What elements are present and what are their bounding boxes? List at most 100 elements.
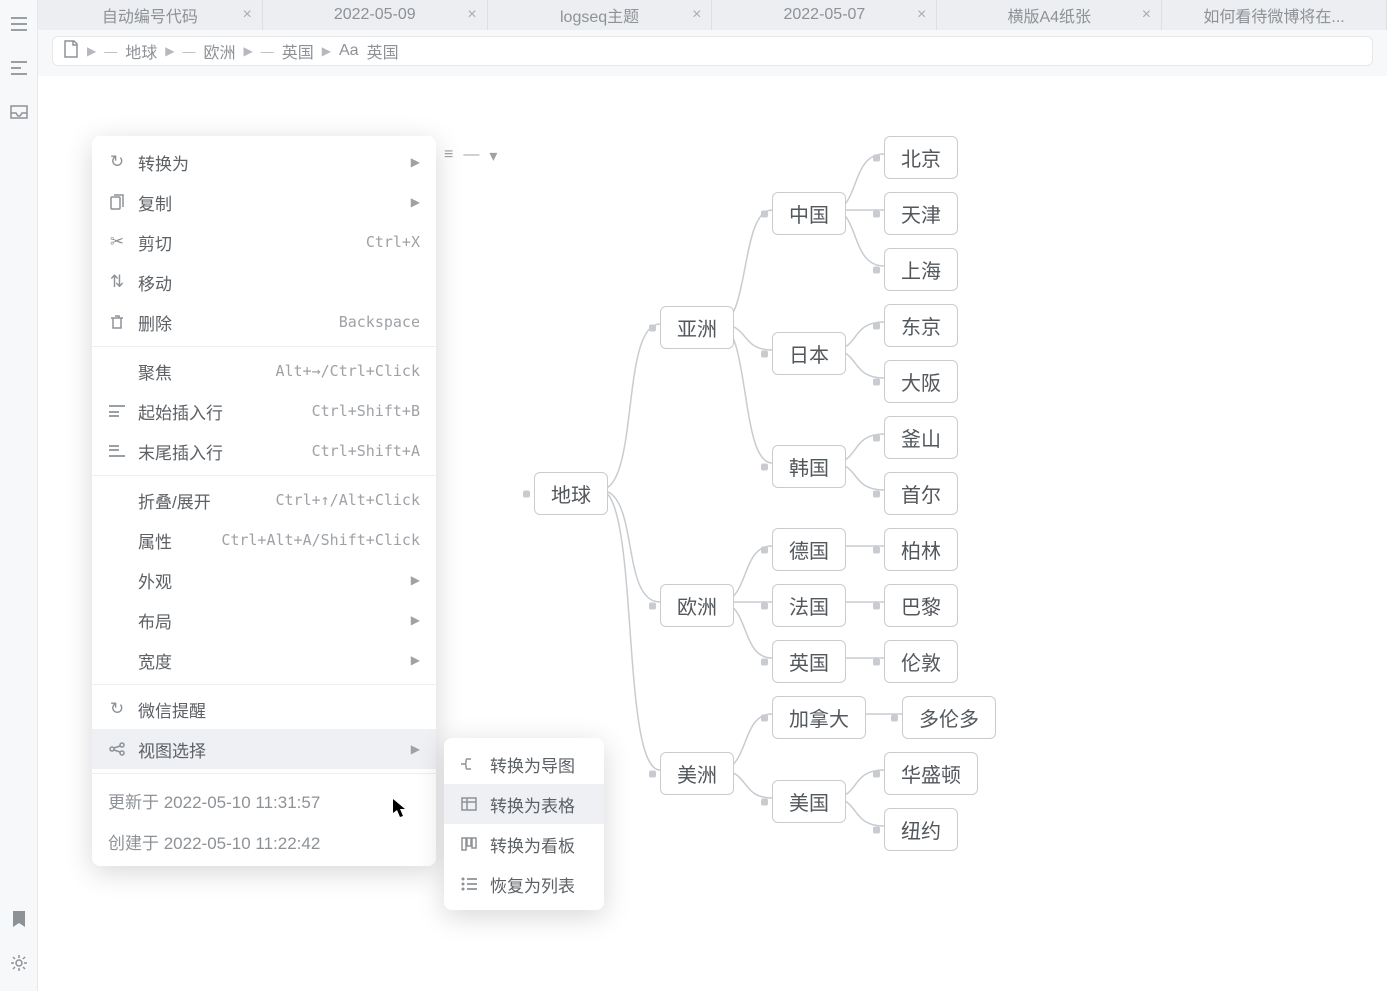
chevron-right-icon: ▶ xyxy=(87,44,96,58)
node-paris[interactable]: 巴黎 xyxy=(884,584,958,627)
breadcrumb-seg[interactable]: 英国 xyxy=(367,39,399,63)
menu-icon[interactable] xyxy=(9,14,29,34)
node-europe[interactable]: 欧洲 xyxy=(660,584,734,627)
page-icon xyxy=(63,40,79,63)
close-icon[interactable]: × xyxy=(917,6,926,24)
insert-before-icon xyxy=(108,404,126,418)
node-london[interactable]: 伦敦 xyxy=(884,640,958,683)
breadcrumb-seg[interactable]: 英国 xyxy=(282,39,314,63)
submenu-to-table[interactable]: 转换为表格 xyxy=(444,784,604,824)
node-japan[interactable]: 日本 xyxy=(772,332,846,375)
table-icon xyxy=(460,797,478,811)
mindmap-icon xyxy=(460,757,478,771)
menu-layout[interactable]: 布局▶ xyxy=(92,600,436,640)
node-toronto[interactable]: 多伦多 xyxy=(902,696,996,739)
chevron-right-icon: ▶ xyxy=(411,613,420,627)
node-china[interactable]: 中国 xyxy=(772,192,846,235)
menu-view-select[interactable]: 视图选择▶ xyxy=(92,729,436,769)
submenu-to-list[interactable]: 恢复为列表 xyxy=(444,864,604,904)
node-osaka[interactable]: 大阪 xyxy=(884,360,958,403)
node-seoul[interactable]: 首尔 xyxy=(884,472,958,515)
menu-focus[interactable]: 聚焦Alt+→/Ctrl+Click xyxy=(92,351,436,391)
mindmap[interactable]: 地球 亚洲 欧洲 美洲 中国 日本 韩国 德国 法国 英国 加拿大 美国 北京 … xyxy=(500,124,1280,924)
node-newyork[interactable]: 纽约 xyxy=(884,808,958,851)
breadcrumb: ▶ — 地球 ▶ — 欧洲 ▶ — 英国 ▶ Aa 英国 xyxy=(52,36,1373,66)
close-icon[interactable]: × xyxy=(242,6,251,24)
breadcrumb-seg[interactable]: 欧洲 xyxy=(203,39,235,63)
tab-5[interactable]: 如何看待微博将在... xyxy=(1162,0,1387,30)
tab-3[interactable]: 2022-05-07 × xyxy=(712,0,937,30)
node-root[interactable]: 地球 xyxy=(534,472,608,515)
menu-move[interactable]: ⇅移动 xyxy=(92,262,436,302)
node-shanghai[interactable]: 上海 xyxy=(884,248,958,291)
move-icon: ⇅ xyxy=(108,272,126,292)
close-icon[interactable]: × xyxy=(692,6,701,24)
node-asia[interactable]: 亚洲 xyxy=(660,306,734,349)
menu-wechat[interactable]: ↻微信提醒 xyxy=(92,689,436,729)
list-view-icon[interactable]: ≡ xyxy=(444,146,453,166)
node-canada[interactable]: 加拿大 xyxy=(772,696,866,739)
bullet-icon[interactable]: — xyxy=(463,146,479,166)
node-tokyo[interactable]: 东京 xyxy=(884,304,958,347)
menu-insert-before[interactable]: 起始插入行Ctrl+Shift+B xyxy=(92,391,436,431)
node-france[interactable]: 法国 xyxy=(772,584,846,627)
node-beijing[interactable]: 北京 xyxy=(884,136,958,179)
menu-copy[interactable]: 复制▶ xyxy=(92,182,436,222)
node-washington[interactable]: 华盛顿 xyxy=(884,752,978,795)
refresh-icon: ↻ xyxy=(108,152,126,172)
shortcut: Alt+→/Ctrl+Click xyxy=(276,362,421,380)
chevron-right-icon: ▶ xyxy=(411,742,420,756)
submenu-to-kanban[interactable]: 转换为看板 xyxy=(444,824,604,864)
node-busan[interactable]: 釜山 xyxy=(884,416,958,459)
tab-label: 横版A4纸张 xyxy=(1007,3,1091,27)
node-tianjin[interactable]: 天津 xyxy=(884,192,958,235)
mindmap-links xyxy=(500,124,1280,924)
bullet-icon: — xyxy=(182,44,195,59)
list-icon[interactable] xyxy=(9,58,29,78)
close-icon[interactable]: × xyxy=(1142,6,1151,24)
menu-cut[interactable]: ✂剪切Ctrl+X xyxy=(92,222,436,262)
node-america[interactable]: 美洲 xyxy=(660,752,734,795)
menu-convert[interactable]: ↻转换为▶ xyxy=(92,142,436,182)
tab-4[interactable]: 横版A4纸张 × xyxy=(937,0,1162,30)
node-berlin[interactable]: 柏林 xyxy=(884,528,958,571)
menu-fold[interactable]: 折叠/展开Ctrl+↑/Alt+Click xyxy=(92,480,436,520)
list-icon xyxy=(460,877,478,891)
menu-width[interactable]: 宽度▶ xyxy=(92,640,436,680)
menu-insert-after[interactable]: 末尾插入行Ctrl+Shift+A xyxy=(92,431,436,471)
tab-label: 如何看待微博将在... xyxy=(1203,3,1344,27)
chevron-right-icon: ▶ xyxy=(244,44,253,58)
shortcut: Backspace xyxy=(339,313,420,331)
menu-delete[interactable]: 删除Backspace xyxy=(92,302,436,342)
node-korea[interactable]: 韩国 xyxy=(772,445,846,488)
dropdown-icon[interactable]: ▾ xyxy=(489,146,497,166)
inbox-icon[interactable] xyxy=(9,102,29,122)
submenu-to-mindmap[interactable]: 转换为导图 xyxy=(444,744,604,784)
bullet-icon: — xyxy=(104,44,117,59)
shortcut: Ctrl+Alt+A/Shift+Click xyxy=(221,531,420,549)
tab-label: 2022-05-07 xyxy=(783,6,865,24)
tab-0[interactable]: 自动编号代码 × xyxy=(38,0,263,30)
tab-2[interactable]: logseq主题× xyxy=(488,0,713,30)
shortcut: Ctrl+Shift+B xyxy=(312,402,420,420)
node-germany[interactable]: 德国 xyxy=(772,528,846,571)
bullet-icon: — xyxy=(261,44,274,59)
trash-icon xyxy=(108,314,126,330)
menu-attrs[interactable]: 属性Ctrl+Alt+A/Shift+Click xyxy=(92,520,436,560)
settings-icon[interactable] xyxy=(9,953,29,973)
breadcrumb-seg[interactable]: 地球 xyxy=(125,39,157,63)
tab-1[interactable]: 2022-05-09× xyxy=(263,0,488,30)
mindmap-toolbar: ≡ — ▾ xyxy=(444,146,497,166)
close-icon[interactable]: × xyxy=(467,6,476,24)
node-uk[interactable]: 英国 xyxy=(772,640,846,683)
menu-appearance[interactable]: 外观▶ xyxy=(92,560,436,600)
cut-icon: ✂ xyxy=(108,232,126,252)
tab-label: 自动编号代码 xyxy=(102,3,198,27)
copy-icon xyxy=(108,194,126,210)
shortcut: Ctrl+↑/Alt+Click xyxy=(276,491,421,509)
node-usa[interactable]: 美国 xyxy=(772,780,846,823)
bookmark-icon[interactable] xyxy=(9,909,29,929)
insert-after-icon xyxy=(108,444,126,458)
created-at: 创建于 2022-05-10 11:22:42 xyxy=(92,819,436,860)
divider xyxy=(92,475,436,476)
